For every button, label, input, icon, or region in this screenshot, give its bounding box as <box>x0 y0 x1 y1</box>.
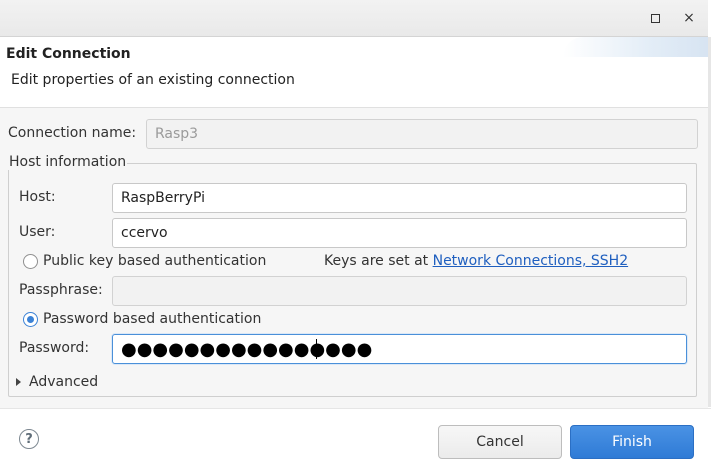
password-auth-radio[interactable] <box>23 312 38 327</box>
expand-triangle-icon[interactable] <box>16 378 21 386</box>
public-key-auth-radio[interactable] <box>23 254 38 269</box>
passphrase-label: Passphrase: <box>19 282 103 298</box>
public-key-auth-label[interactable]: Public key based authentication <box>43 253 266 269</box>
window-titlebar: × <box>0 0 708 37</box>
advanced-toggle[interactable]: Advanced <box>29 374 98 390</box>
host-label: Host: <box>19 189 56 205</box>
finish-button[interactable]: Finish <box>570 425 694 459</box>
cancel-button[interactable]: Cancel <box>438 425 562 459</box>
password-auth-label[interactable]: Password based authentication <box>43 311 261 327</box>
host-information-legend: Host information <box>8 154 128 170</box>
text-caret <box>316 339 317 359</box>
password-masked-value: ●●●●●●●●●●●●●●●● <box>121 339 373 360</box>
passphrase-input <box>112 276 687 306</box>
maximize-icon[interactable] <box>646 9 664 27</box>
keys-note-text: Keys are set at <box>324 253 429 269</box>
connection-name-label: Connection name: <box>8 125 137 141</box>
user-input[interactable] <box>112 218 687 248</box>
user-label: User: <box>19 224 56 240</box>
help-icon[interactable]: ? <box>19 429 39 449</box>
network-connections-link[interactable]: Network Connections, SSH2 <box>433 253 629 269</box>
host-input[interactable] <box>112 183 687 213</box>
password-label: Password: <box>19 340 90 356</box>
dialog-subtitle: Edit properties of an existing connectio… <box>11 72 295 88</box>
keys-note: Keys are set at Network Connections, SSH… <box>324 253 628 269</box>
dialog-title: Edit Connection <box>6 46 131 62</box>
close-icon[interactable]: × <box>680 9 698 27</box>
header-banner-graphic <box>563 37 708 57</box>
connection-name-field <box>146 119 698 149</box>
dialog-header: Edit Connection Edit properties of an ex… <box>0 37 708 108</box>
dialog-footer: ? Cancel Finish <box>0 408 711 473</box>
